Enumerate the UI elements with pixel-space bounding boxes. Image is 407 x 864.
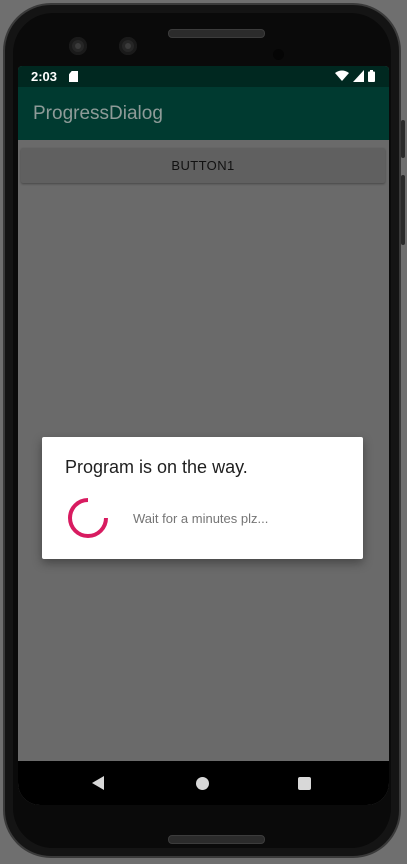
- front-camera-icon: [69, 37, 87, 55]
- navigation-bar: [18, 761, 389, 805]
- back-icon[interactable]: [92, 776, 104, 790]
- status-time: 2:03: [31, 69, 58, 84]
- bottom-speaker: [168, 835, 265, 844]
- button1[interactable]: BUTTON1: [21, 148, 385, 183]
- progress-dialog: Program is on the way. Wait for a minute…: [42, 437, 363, 559]
- progress-spinner-icon: [68, 498, 108, 538]
- signal-icon: [353, 70, 364, 82]
- earpiece-speaker: [168, 29, 265, 38]
- home-icon[interactable]: [196, 777, 209, 790]
- sd-card-icon: [69, 71, 78, 82]
- app-bar: ProgressDialog: [18, 87, 389, 140]
- proximity-sensor: [273, 49, 284, 60]
- power-button: [401, 120, 405, 158]
- main-content: BUTTON1 Program is on the way. Wait for …: [18, 140, 389, 761]
- device-screen: 2:03 ProgressDialog BUTTON1 Program is o…: [18, 66, 389, 805]
- dialog-title: Program is on the way.: [65, 457, 248, 477]
- front-sensor-icon: [119, 37, 137, 55]
- battery-icon: [368, 70, 375, 82]
- app-title: ProgressDialog: [33, 103, 163, 124]
- volume-button: [401, 175, 405, 245]
- recents-icon[interactable]: [298, 777, 311, 790]
- status-icons: [335, 70, 375, 82]
- dialog-message: Wait for a minutes plz...: [133, 511, 269, 526]
- status-bar: 2:03: [18, 66, 389, 87]
- wifi-icon: [335, 70, 349, 82]
